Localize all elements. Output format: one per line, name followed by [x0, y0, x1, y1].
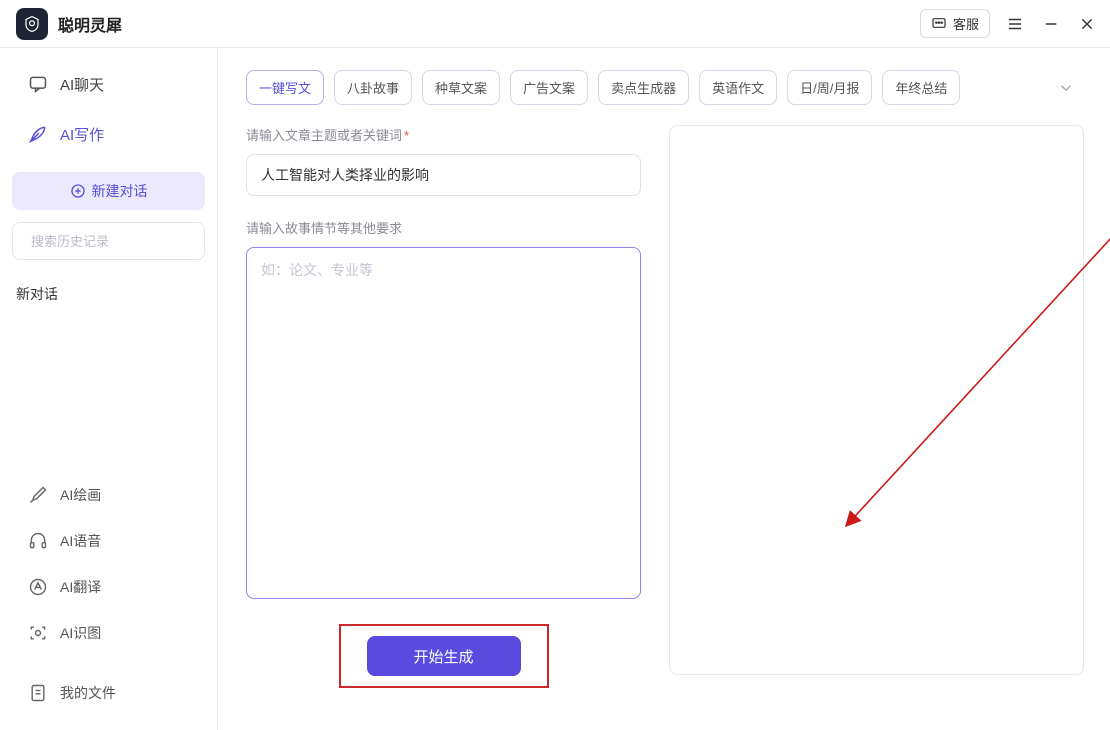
template-chips-row: 一键写文 八卦故事 种草文案 广告文案 卖点生成器 英语作文 日/周/月报 年终… [246, 70, 1084, 105]
sidebar-item-label: AI聊天 [60, 74, 104, 95]
form-column: 请输入文章主题或者关键词* 请输入故事情节等其他要求 开始生成 [246, 125, 641, 688]
sidebar: AI聊天 AI写作 新建对话 新对话 AI绘画 AI语音 [0, 48, 218, 730]
brush-icon [28, 485, 48, 505]
search-box[interactable] [12, 222, 205, 260]
generate-button[interactable]: 开始生成 [367, 636, 521, 676]
output-panel [669, 125, 1084, 675]
chip-selling-point[interactable]: 卖点生成器 [598, 70, 689, 105]
app-title: 聪明灵犀 [58, 12, 122, 36]
chip-onekey-write[interactable]: 一键写文 [246, 70, 324, 105]
plus-circle-icon [70, 183, 86, 199]
expand-templates-button[interactable] [1048, 73, 1084, 103]
chip-year-summary[interactable]: 年终总结 [882, 70, 960, 105]
translate-icon [28, 577, 48, 597]
sidebar-item-paint[interactable]: AI绘画 [12, 474, 205, 516]
menu-icon[interactable] [1004, 13, 1026, 35]
sidebar-item-chat[interactable]: AI聊天 [12, 62, 205, 106]
support-label: 客服 [953, 14, 979, 33]
sidebar-item-label: AI写作 [60, 124, 104, 145]
sidebar-item-write[interactable]: AI写作 [12, 112, 205, 156]
sidebar-item-label: AI识图 [60, 623, 101, 643]
new-chat-label: 新建对话 [92, 181, 148, 201]
headphone-icon [28, 531, 48, 551]
chip-seeding-copy[interactable]: 种草文案 [422, 70, 500, 105]
chip-report[interactable]: 日/周/月报 [787, 70, 872, 105]
chip-gossip-story[interactable]: 八卦故事 [334, 70, 412, 105]
sidebar-item-label: 我的文件 [60, 683, 116, 703]
chevron-down-icon [1057, 79, 1075, 97]
chip-english-essay[interactable]: 英语作文 [699, 70, 777, 105]
minimize-icon[interactable] [1040, 13, 1062, 35]
feather-icon [28, 124, 48, 144]
main-panel: 一键写文 八卦故事 种草文案 广告文案 卖点生成器 英语作文 日/周/月报 年终… [218, 48, 1110, 730]
history-item[interactable]: 新对话 [12, 276, 205, 312]
sidebar-item-image[interactable]: AI识图 [12, 612, 205, 654]
detail-label: 请输入故事情节等其他要求 [246, 218, 641, 237]
chat-icon [28, 74, 48, 94]
detail-textarea[interactable] [246, 247, 641, 599]
sidebar-item-label: AI翻译 [60, 577, 101, 597]
app-logo [16, 8, 48, 40]
image-scan-icon [28, 623, 48, 643]
topic-input[interactable] [246, 154, 641, 196]
support-button[interactable]: 客服 [920, 9, 990, 38]
sidebar-item-voice[interactable]: AI语音 [12, 520, 205, 562]
generate-highlight-box: 开始生成 [339, 624, 549, 688]
chip-ad-copy[interactable]: 广告文案 [510, 70, 588, 105]
titlebar: 聪明灵犀 客服 [0, 0, 1110, 48]
sidebar-item-label: AI绘画 [60, 485, 101, 505]
sidebar-item-translate[interactable]: AI翻译 [12, 566, 205, 608]
file-icon [28, 683, 48, 703]
close-icon[interactable] [1076, 13, 1098, 35]
topic-label: 请输入文章主题或者关键词* [246, 125, 641, 144]
new-chat-button[interactable]: 新建对话 [12, 172, 205, 210]
sidebar-item-label: AI语音 [60, 531, 101, 551]
search-input[interactable] [31, 234, 207, 249]
sidebar-item-files[interactable]: 我的文件 [12, 672, 205, 714]
